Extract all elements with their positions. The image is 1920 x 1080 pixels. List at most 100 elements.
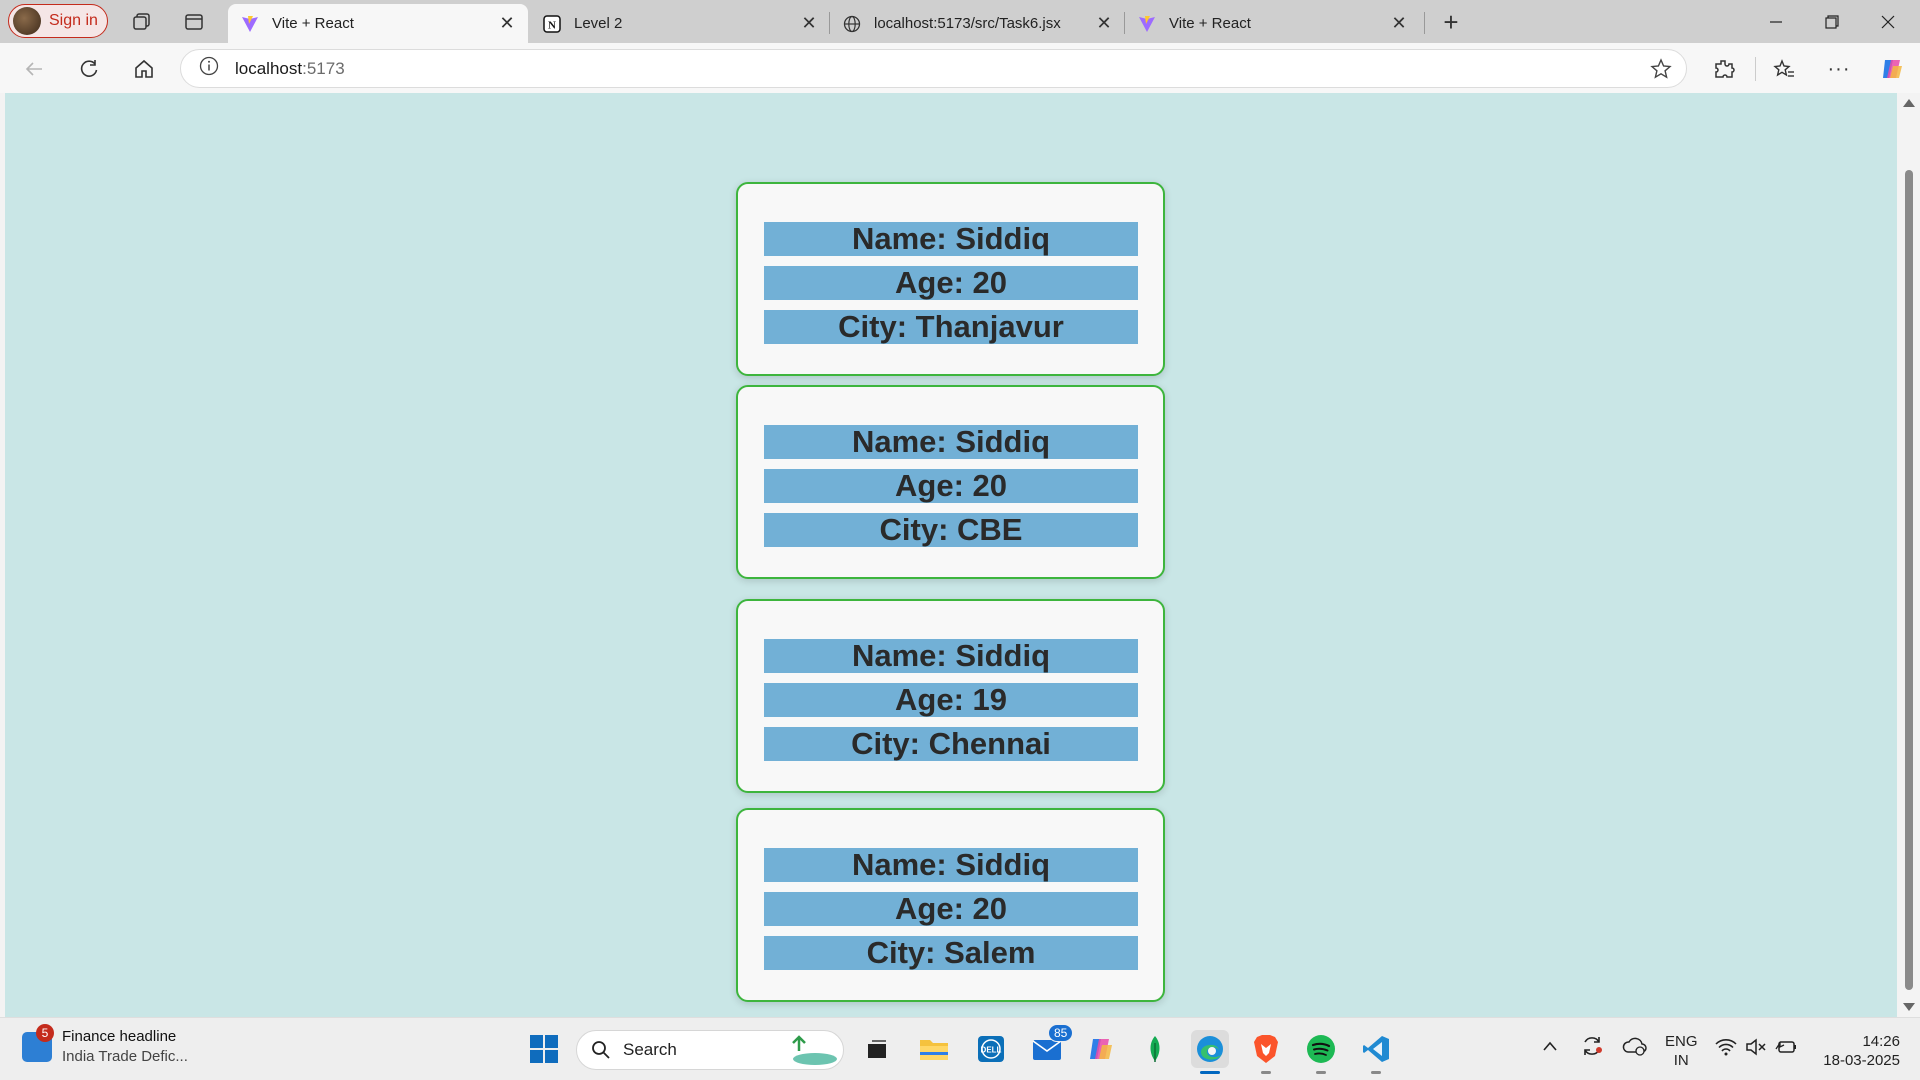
running-indicator [1316, 1071, 1326, 1074]
svg-text:DELL: DELL [981, 1046, 1002, 1055]
card-age: Age: 20 [764, 469, 1138, 503]
card-age: Age: 20 [764, 266, 1138, 300]
copilot-icon[interactable] [1874, 51, 1910, 87]
clock-time: 14:26 [1862, 1033, 1900, 1050]
windows-start-icon[interactable] [525, 1030, 563, 1068]
card-age: Age: 20 [764, 892, 1138, 926]
mail-badge: 85 [1048, 1024, 1074, 1042]
card-name: Name: Siddiq [764, 639, 1138, 673]
recycle-bin-icon [779, 1033, 839, 1072]
running-indicator [1261, 1071, 1271, 1074]
site-info-icon[interactable] [199, 56, 219, 81]
tab-title: Level 2 [574, 15, 623, 32]
news-subtitle: India Trade Defic... [62, 1048, 188, 1065]
card-city: City: Thanjavur [764, 310, 1138, 344]
news-widget[interactable]: 5 Finance headline India Trade Defic... [22, 1023, 188, 1065]
file-explorer-icon[interactable] [915, 1030, 953, 1068]
close-window-icon[interactable] [1860, 0, 1916, 43]
edge-browser-icon[interactable] [1191, 1030, 1229, 1074]
language-indicator[interactable]: ENG IN [1665, 1032, 1698, 1070]
profile-card: Name: Siddiq Age: 20 City: CBE [736, 385, 1165, 579]
language-line2: IN [1673, 1052, 1689, 1069]
running-indicator [1200, 1071, 1220, 1074]
close-icon[interactable]: ✕ [1095, 13, 1113, 34]
mail-icon[interactable]: 85 [1028, 1024, 1074, 1068]
extensions-icon[interactable] [1706, 51, 1742, 87]
close-icon[interactable]: ✕ [800, 13, 818, 34]
onedrive-cloud-icon[interactable] [1622, 1035, 1648, 1062]
sync-icon[interactable] [1580, 1034, 1604, 1063]
vscode-icon[interactable] [1357, 1030, 1395, 1074]
card-name: Name: Siddiq [764, 848, 1138, 882]
toolbar-divider [1755, 57, 1756, 81]
card-city: City: Salem [764, 936, 1138, 970]
avatar [13, 7, 41, 35]
spotify-icon[interactable] [1302, 1030, 1340, 1074]
clock-date: 18-03-2025 [1823, 1052, 1900, 1069]
wifi-icon[interactable] [1715, 1038, 1737, 1061]
task-view-icon[interactable] [858, 1030, 896, 1068]
profile-card: Name: Siddiq Age: 20 City: Salem [736, 808, 1165, 1002]
tab-title: Vite + React [1169, 15, 1251, 32]
tab-vite-react-2[interactable]: Vite + React ✕ [1125, 4, 1420, 43]
new-tab-plus-icon[interactable]: + [1437, 7, 1465, 37]
favorite-star-icon[interactable] [1650, 58, 1672, 85]
close-icon[interactable]: ✕ [498, 13, 516, 34]
home-icon[interactable] [126, 51, 162, 87]
taskbar-search-box[interactable]: Search [576, 1030, 844, 1070]
close-icon[interactable]: ✕ [1390, 13, 1408, 34]
profile-card: Name: Siddiq Age: 20 City: Thanjavur [736, 182, 1165, 376]
scroll-up-arrow-icon[interactable] [1903, 99, 1915, 107]
volume-muted-icon[interactable] [1745, 1037, 1767, 1062]
news-badge: 5 [36, 1023, 54, 1042]
tab-divider [1424, 12, 1425, 34]
brave-browser-icon[interactable] [1247, 1030, 1285, 1074]
workspaces-icon[interactable] [128, 8, 156, 36]
tab-task6-source[interactable]: localhost:5173/src/Task6.jsx ✕ [830, 4, 1125, 43]
copilot-app-icon[interactable] [1082, 1030, 1120, 1068]
tab-level-2[interactable]: N Level 2 ✕ [530, 4, 830, 43]
card-name: Name: Siddiq [764, 222, 1138, 256]
favorites-icon[interactable] [1766, 51, 1802, 87]
refresh-icon[interactable] [71, 51, 107, 87]
vite-icon [240, 14, 260, 34]
page-viewport: Name: Siddiq Age: 20 City: Thanjavur Nam… [5, 93, 1897, 1017]
card-city: City: CBE [764, 513, 1138, 547]
vertical-scrollbar[interactable] [1897, 93, 1920, 1017]
search-label: Search [623, 1040, 677, 1059]
battery-charging-icon[interactable] [1775, 1037, 1797, 1062]
scroll-down-arrow-icon[interactable] [1903, 1003, 1915, 1011]
browser-toolbar: localhost:5173 ··· [0, 43, 1920, 93]
svg-text:N: N [548, 19, 556, 31]
clock[interactable]: 14:26 18-03-2025 [1818, 1032, 1900, 1070]
minimize-icon[interactable] [1748, 0, 1804, 43]
card-city: City: Chennai [764, 727, 1138, 761]
restore-icon[interactable] [1804, 0, 1860, 43]
card-name: Name: Siddiq [764, 425, 1138, 459]
more-options-icon[interactable]: ··· [1821, 51, 1857, 87]
address-host: localhost [235, 58, 303, 78]
search-icon [592, 1041, 610, 1059]
profile-label: Sign in [49, 12, 98, 29]
mongodb-compass-icon[interactable] [1136, 1030, 1174, 1068]
tab-strip: Sign in Vite + React ✕ N Level 2 ✕ local… [0, 0, 1920, 43]
windows-taskbar: 5 Finance headline India Trade Defic... … [0, 1017, 1920, 1080]
scrollbar-thumb[interactable] [1905, 170, 1913, 990]
finance-news-icon: 5 [22, 1023, 54, 1062]
vertical-tabs-icon[interactable] [180, 8, 208, 36]
profile-sign-in-button[interactable]: Sign in [8, 4, 108, 38]
news-title: Finance headline [62, 1028, 177, 1045]
running-indicator [1371, 1071, 1381, 1074]
tab-title: Vite + React [272, 15, 354, 32]
chevron-up-icon[interactable] [1542, 1038, 1558, 1057]
dell-app-icon[interactable]: DELL [972, 1030, 1010, 1068]
language-line1: ENG [1665, 1033, 1698, 1050]
tab-vite-react-active[interactable]: Vite + React ✕ [228, 4, 528, 43]
address-bar[interactable]: localhost:5173 [180, 49, 1687, 88]
card-age: Age: 19 [764, 683, 1138, 717]
tab-title: localhost:5173/src/Task6.jsx [874, 15, 1061, 32]
back-arrow-icon[interactable] [16, 51, 52, 87]
notion-icon: N [542, 14, 562, 34]
address-port: :5173 [302, 58, 345, 78]
globe-icon [842, 14, 862, 34]
